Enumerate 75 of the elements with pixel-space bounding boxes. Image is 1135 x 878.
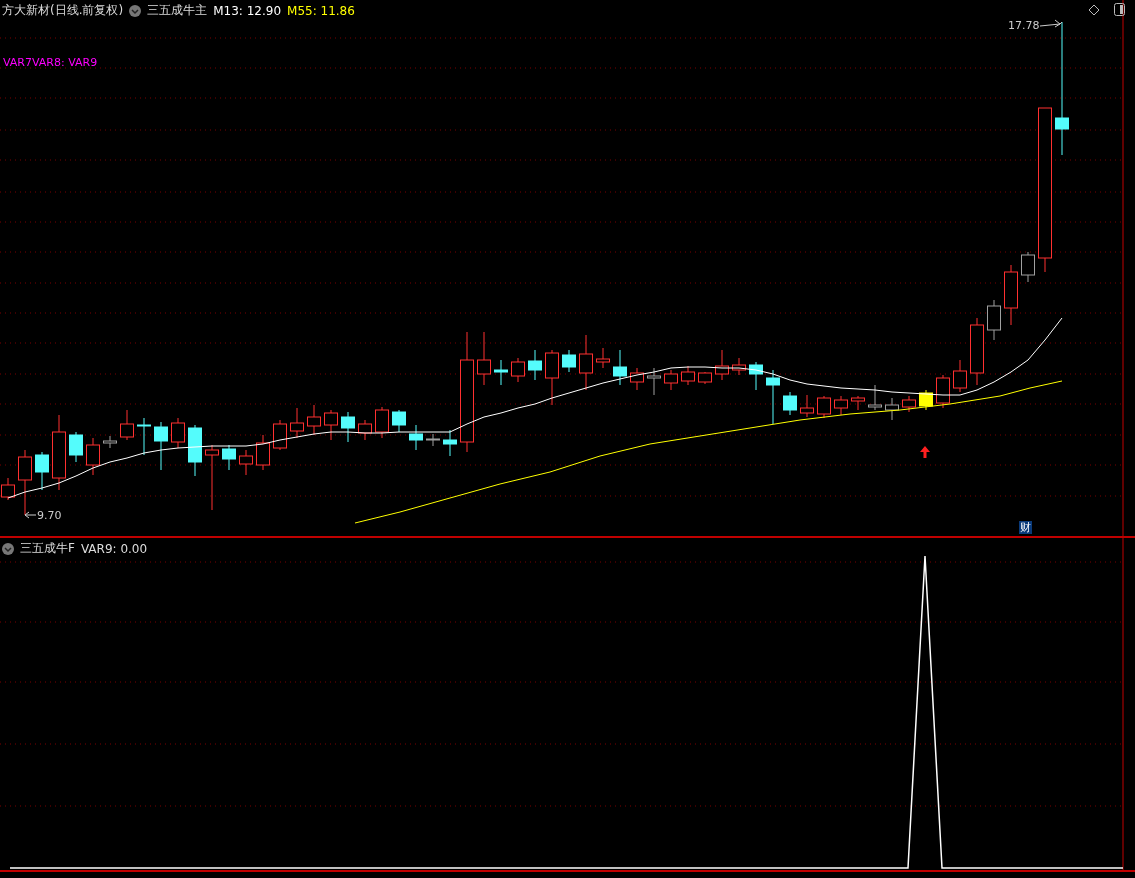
candlestick <box>205 444 219 511</box>
candlestick <box>732 357 746 376</box>
dropdown-icon[interactable] <box>129 4 142 17</box>
candlestick <box>562 349 576 373</box>
candlestick <box>375 406 389 439</box>
diamond-icon[interactable] <box>1088 4 1100 16</box>
candlestick <box>1021 251 1035 283</box>
indicator-name: 三五成牛F <box>20 540 75 557</box>
candlestick <box>137 417 151 456</box>
candlestick <box>477 331 491 386</box>
candlestick <box>18 449 32 516</box>
candlestick <box>324 409 338 441</box>
candlestick <box>528 349 542 381</box>
candlestick <box>987 299 1001 341</box>
candlestick <box>647 367 661 396</box>
indicator-value: VAR9: 0.00 <box>80 541 148 556</box>
candlestick <box>902 395 916 413</box>
candlestick <box>35 451 49 491</box>
leader-line <box>24 511 37 519</box>
dropdown-icon[interactable] <box>2 542 14 555</box>
candlestick <box>273 419 287 451</box>
candlestick <box>953 359 967 393</box>
candlestick <box>341 411 355 443</box>
candlestick <box>596 347 610 369</box>
candlestick <box>715 349 729 381</box>
candlestick <box>120 409 134 441</box>
low-price-label: 9.70 <box>37 509 62 522</box>
candlestick <box>664 369 678 391</box>
candlestick <box>256 434 270 471</box>
candlestick <box>766 369 780 425</box>
indicator-value: M55: 11.86 <box>287 3 355 18</box>
leader-line <box>1039 19 1063 28</box>
candlestick <box>358 419 372 441</box>
high-price-label: 17.78 <box>1008 19 1040 32</box>
candlestick <box>681 365 695 386</box>
candlestick <box>188 424 202 477</box>
candlestick <box>851 395 865 411</box>
candlestick <box>936 374 950 409</box>
candlestick <box>698 371 712 385</box>
candlestick <box>239 449 253 476</box>
candlestick <box>613 349 627 386</box>
candlestick <box>749 361 763 391</box>
indicator-legend: VAR7VAR8: VAR9 <box>3 56 98 69</box>
candlestick <box>511 357 525 383</box>
candlestick <box>426 433 440 447</box>
arrow-icon <box>920 446 930 458</box>
candlestick <box>409 424 423 451</box>
candlestick <box>817 395 831 419</box>
candlestick <box>800 394 814 418</box>
candlestick <box>443 429 457 457</box>
candlestick <box>86 437 100 476</box>
candlestick <box>69 431 83 463</box>
candlestick <box>222 444 236 471</box>
candlestick <box>919 389 933 411</box>
candlestick <box>885 397 899 421</box>
panel-toggle-icon[interactable] <box>1114 3 1125 16</box>
candlestick <box>392 409 406 433</box>
candlestick <box>154 421 168 471</box>
candlestick <box>290 407 304 439</box>
candlestick <box>1004 264 1018 326</box>
candlestick <box>834 395 848 416</box>
candlestick <box>171 417 185 449</box>
candlestick <box>630 367 644 391</box>
candlestick <box>970 317 984 386</box>
candlestick <box>103 435 117 449</box>
candlestick <box>545 349 559 406</box>
candlestick <box>868 384 882 411</box>
candlestick <box>307 404 321 436</box>
candlestick <box>783 391 797 416</box>
indicator-value: M13: 12.90 <box>213 3 282 18</box>
candlestick <box>579 334 593 391</box>
indicator-name: 三五成牛主 <box>147 2 208 19</box>
stock-title: 方大新材(日线.前复权) <box>2 2 124 19</box>
finance-badge[interactable]: 财 <box>1019 521 1032 534</box>
candlestick <box>494 359 508 386</box>
